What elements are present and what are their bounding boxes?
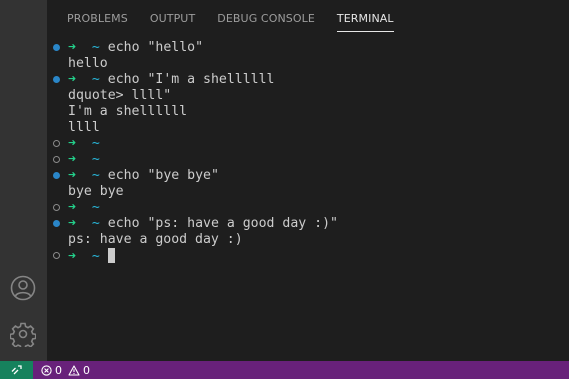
- prompt-dir: ~: [91, 152, 100, 167]
- account-icon[interactable]: [9, 274, 37, 302]
- command-decoration-empty[interactable]: [53, 140, 60, 147]
- panel: PROBLEMS OUTPUT DEBUG CONSOLE TERMINAL ➜ ~ …: [47, 0, 569, 361]
- terminal[interactable]: ➜ ~ echo "hello" hello ➜ ~ echo "I'm a she…: [53, 40, 569, 264]
- command-decoration-dot[interactable]: [53, 220, 60, 227]
- command-decoration-dot[interactable]: [53, 172, 60, 179]
- terminal-line: hello: [53, 56, 569, 72]
- terminal-line: ➜ ~ echo "ps: have a good day :)": [53, 216, 569, 232]
- output-text: I'm a shellllll: [68, 104, 188, 119]
- panel-tabs: PROBLEMS OUTPUT DEBUG CONSOLE TERMINAL: [47, 0, 569, 36]
- problems-status[interactable]: 0 0: [41, 361, 90, 379]
- prompt-dir: ~: [91, 200, 100, 215]
- terminal-line: bye bye: [53, 184, 569, 200]
- terminal-line: ➜ ~: [53, 152, 569, 168]
- prompt-dir: ~: [91, 136, 100, 151]
- prompt-arrow: ➜: [68, 40, 76, 55]
- terminal-line: ➜ ~ echo "hello": [53, 40, 569, 56]
- terminal-line: ps: have a good day :): [53, 232, 569, 248]
- remote-icon: [11, 365, 22, 375]
- tab-problems[interactable]: PROBLEMS: [67, 0, 128, 36]
- prompt-arrow: ➜: [68, 249, 76, 264]
- command-decoration-empty[interactable]: [53, 252, 60, 259]
- prompt-arrow: ➜: [68, 152, 76, 167]
- prompt-dir: ~: [91, 72, 100, 87]
- command-decoration-dot[interactable]: [53, 44, 60, 51]
- prompt-arrow: ➜: [68, 216, 76, 231]
- prompt-dir: ~: [91, 168, 100, 183]
- output-text: ps: have a good day :): [68, 232, 243, 247]
- prompt-arrow: ➜: [68, 72, 76, 87]
- command-text: echo "bye bye": [107, 168, 219, 183]
- prompt-arrow: ➜: [68, 200, 76, 215]
- terminal-line: ➜ ~ echo "bye bye": [53, 168, 569, 184]
- warning-count: 0: [83, 363, 90, 377]
- error-icon: [41, 364, 52, 376]
- command-text: echo "hello": [107, 40, 204, 55]
- command-text: echo "I'm a shellllll: [107, 72, 275, 87]
- tab-terminal[interactable]: TERMINAL: [336, 0, 394, 36]
- terminal-line: ➜ ~: [53, 248, 569, 264]
- terminal-line: llll: [53, 120, 569, 136]
- prompt-dir: ~: [91, 249, 100, 264]
- terminal-line: dquote> llll": [53, 88, 569, 104]
- tab-output[interactable]: OUTPUT: [150, 0, 195, 36]
- command-decoration-empty[interactable]: [53, 204, 60, 211]
- error-count: 0: [55, 363, 62, 377]
- command-text: echo "ps: have a good day :)": [107, 216, 338, 231]
- prompt-arrow: ➜: [68, 168, 76, 183]
- status-bar: 0 0: [0, 361, 569, 379]
- output-text: hello: [68, 56, 108, 71]
- terminal-cursor: [107, 248, 115, 263]
- output-text: bye bye: [68, 184, 124, 199]
- remote-indicator[interactable]: [0, 361, 33, 379]
- activity-bar: [0, 0, 47, 361]
- terminal-line: I'm a shellllll: [53, 104, 569, 120]
- command-decoration-empty[interactable]: [53, 156, 60, 163]
- gear-icon[interactable]: [9, 320, 37, 348]
- prompt-dir: ~: [91, 216, 100, 231]
- terminal-line: ➜ ~ echo "I'm a shellllll: [53, 72, 569, 88]
- prompt-dir: ~: [91, 40, 100, 55]
- tab-debug-console[interactable]: DEBUG CONSOLE: [217, 0, 315, 36]
- command-decoration-dot[interactable]: [53, 76, 60, 83]
- output-text: llll: [68, 120, 100, 135]
- terminal-line: ➜ ~: [53, 200, 569, 216]
- output-text: dquote> llll": [68, 88, 172, 103]
- warning-icon: [68, 364, 80, 376]
- terminal-line: ➜ ~: [53, 136, 569, 152]
- prompt-arrow: ➜: [68, 136, 76, 151]
